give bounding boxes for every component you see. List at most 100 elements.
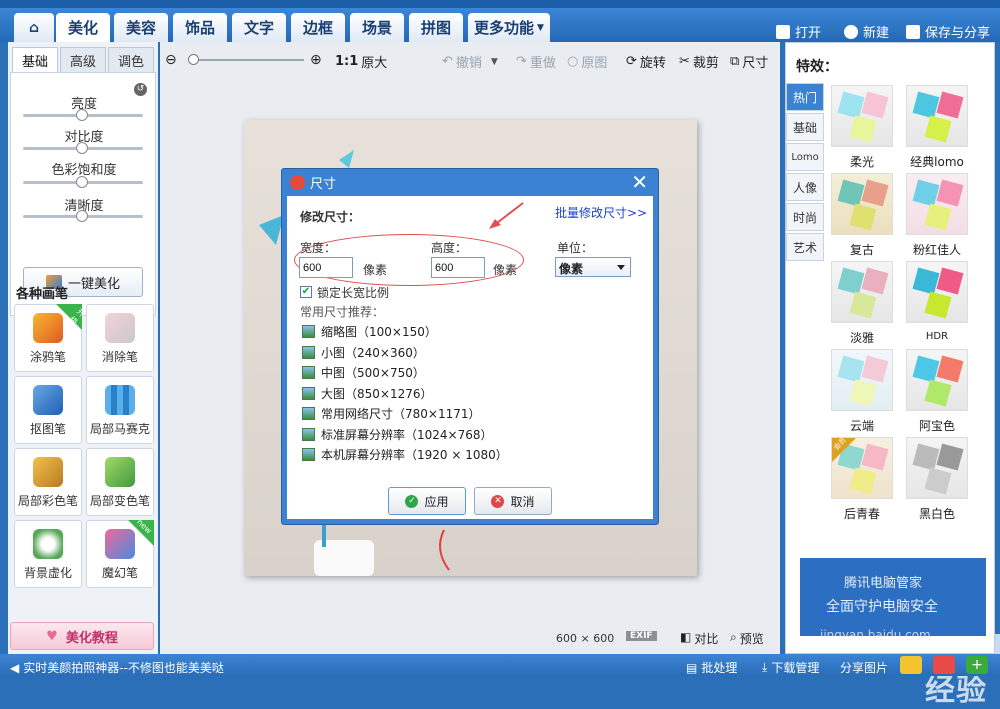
preset-item[interactable]: 本机屏幕分辨率（1920 × 1080）	[302, 446, 508, 463]
preset-label: 常用网络尺寸（780×1171）	[321, 407, 481, 421]
unit-select[interactable]: 像素	[555, 257, 631, 277]
contrast-slider[interactable]	[23, 142, 143, 154]
effect-thumb[interactable]	[906, 85, 968, 147]
redo-button[interactable]: ↷ 重做	[516, 52, 556, 71]
category-portrait[interactable]: 人像	[786, 173, 824, 201]
tab-beautify[interactable]: 美化	[56, 13, 110, 42]
original-icon: ○	[567, 54, 579, 69]
preset-item[interactable]: 大图（850×1276）	[302, 385, 433, 402]
brush-cutout[interactable]: 抠图笔	[14, 376, 82, 444]
upgrade-badge: 升级	[56, 304, 87, 330]
add-icon[interactable]: +	[966, 656, 988, 674]
weibo-icon[interactable]	[933, 656, 955, 674]
sharpness-slider[interactable]	[23, 210, 143, 222]
preset-item[interactable]: 中图（500×750）	[302, 364, 425, 381]
category-lomo[interactable]: Lomo	[786, 143, 824, 171]
tab-more-features[interactable]: 更多功能 ▼	[468, 13, 550, 42]
tip-link[interactable]: ◀ 实时美颜拍照神器--不修图也能美美哒	[10, 659, 224, 676]
lock-ratio-checkbox[interactable]: ✔	[300, 286, 312, 298]
save-share-button[interactable]: 保存与分享	[906, 22, 990, 41]
tab-accessories[interactable]: 饰品	[173, 13, 227, 42]
apply-button[interactable]: ✓ 应用	[388, 487, 466, 515]
close-icon[interactable]: ✕	[631, 171, 648, 193]
category-basic[interactable]: 基础	[786, 113, 824, 141]
preset-item[interactable]: 标准屏幕分辨率（1024×768）	[302, 426, 493, 443]
image-icon	[302, 387, 315, 400]
height-input[interactable]	[431, 257, 485, 278]
zoom-knob[interactable]	[188, 54, 199, 65]
saturation-slider[interactable]	[23, 176, 143, 188]
brush-eraser[interactable]: 消除笔	[86, 304, 154, 372]
brush-background-blur[interactable]: 背景虚化	[14, 520, 82, 588]
slider-knob[interactable]	[76, 210, 88, 222]
original-image-button[interactable]: ○ 原图	[567, 52, 607, 71]
brush-recolor[interactable]: 局部变色笔	[86, 448, 154, 516]
tab-collage[interactable]: 拼图	[409, 13, 463, 42]
new-button[interactable]: 新建	[844, 22, 889, 41]
tutorial-button[interactable]: ♥ 美化教程	[10, 622, 154, 650]
crop-button[interactable]: ✂ 裁剪	[679, 52, 719, 71]
home-button[interactable]: ⌂	[14, 13, 54, 42]
batch-button[interactable]: ▤ 批处理	[686, 659, 737, 676]
brush-doodle[interactable]: 升级 涂鸦笔	[14, 304, 87, 372]
check-icon: ✓	[405, 494, 419, 508]
effect-thumb[interactable]	[906, 437, 968, 499]
image-icon	[302, 407, 315, 420]
height-label: 高度：	[431, 241, 468, 255]
effect-thumb[interactable]	[831, 173, 893, 235]
subtab-advanced[interactable]: 高级	[60, 47, 106, 73]
effect-thumb[interactable]	[831, 85, 893, 147]
tab-border[interactable]: 边框	[291, 13, 345, 42]
brush-label: 魔幻笔	[101, 566, 138, 580]
subtab-basic[interactable]: 基础	[12, 47, 58, 73]
effect-thumb[interactable]	[831, 261, 893, 323]
lock-ratio-label[interactable]: 锁定长宽比例	[317, 284, 389, 301]
slider-knob[interactable]	[76, 142, 88, 154]
cancel-button[interactable]: ✕ 取消	[474, 487, 552, 515]
share-image-button[interactable]: 分享图片	[840, 659, 888, 676]
tab-beauty[interactable]: 美容	[114, 13, 168, 42]
category-art[interactable]: 艺术	[786, 233, 824, 261]
subtab-color[interactable]: 调色	[108, 47, 154, 73]
batch-resize-link[interactable]: 批量修改尺寸>>	[555, 204, 647, 221]
brightness-slider[interactable]	[23, 109, 143, 121]
dropdown-arrow-icon[interactable]: ▼	[491, 57, 498, 67]
brush-mosaic[interactable]: 局部马赛克	[86, 376, 154, 444]
exif-badge[interactable]: EXIF	[626, 631, 657, 641]
effect-thumb[interactable]	[831, 349, 893, 411]
effect-thumb[interactable]	[906, 173, 968, 235]
compare-button[interactable]: ◧ 对比	[680, 630, 718, 647]
tab-text[interactable]: 文字	[232, 13, 286, 42]
resize-button[interactable]: ⧉ 尺寸	[730, 52, 768, 71]
preset-item[interactable]: 常用网络尺寸（780×1171）	[302, 405, 481, 422]
effect-thumb[interactable]	[906, 261, 968, 323]
new-badge: new	[128, 517, 154, 546]
category-hot[interactable]: 热门	[786, 83, 824, 111]
status-bar: ◀ 实时美颜拍照神器--不修图也能美美哒 ▤ 批处理 ⤓ 下载管理 分享图片 +	[0, 654, 1000, 676]
open-button[interactable]: 打开	[776, 22, 821, 41]
actual-size-button[interactable]: 1:1 原大	[335, 52, 387, 71]
width-input[interactable]	[299, 257, 353, 278]
tab-scene[interactable]: 场景	[350, 13, 404, 42]
effect-thumb[interactable]: 会员	[831, 436, 893, 499]
effect-thumb[interactable]	[906, 349, 968, 411]
download-manager-button[interactable]: ⤓ 下载管理	[762, 659, 819, 676]
zoom-in-icon[interactable]: ⊕	[310, 52, 322, 68]
zoom-slider[interactable]	[188, 54, 304, 65]
apply-label: 应用	[424, 494, 449, 509]
undo-button[interactable]: ↶ 撤销 ▼	[442, 52, 498, 71]
star-icon[interactable]	[900, 656, 922, 674]
preview-button[interactable]: ⌕ 预览	[730, 630, 764, 647]
brush-magic[interactable]: new 魔幻笔	[86, 517, 154, 588]
zoom-out-icon[interactable]: ⊖	[165, 52, 177, 68]
preset-item[interactable]: 小图（240×360）	[302, 344, 425, 361]
slider-knob[interactable]	[76, 109, 88, 121]
category-fashion[interactable]: 时尚	[786, 203, 824, 231]
mosaic-icon	[105, 385, 135, 415]
preset-item[interactable]: 缩略图（100×150）	[302, 323, 437, 340]
slider-knob[interactable]	[76, 176, 88, 188]
rotate-button[interactable]: ⟳ 旋转	[626, 52, 666, 71]
preset-label: 缩略图（100×150）	[321, 325, 437, 339]
ad-banner[interactable]: 腾讯电脑管家 全面守护电脑安全	[800, 558, 986, 636]
brush-local-color[interactable]: 局部彩色笔	[14, 448, 82, 516]
